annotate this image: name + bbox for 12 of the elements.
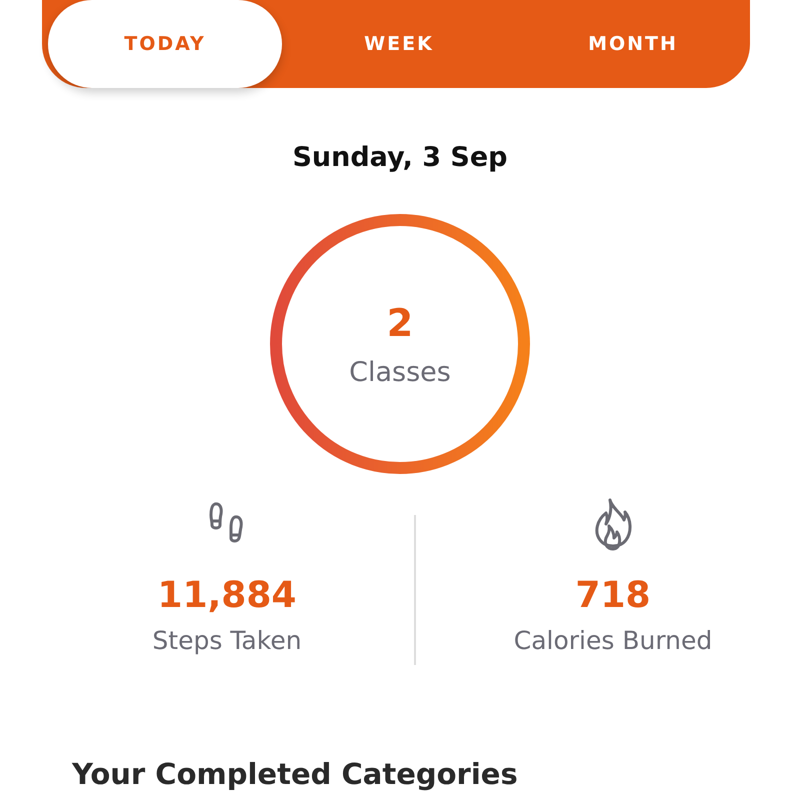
- date-title: Sunday, 3 Sep: [291, 142, 509, 173]
- tab[interactable]: MONTH: [516, 0, 750, 88]
- stat-label: Steps Taken: [152, 626, 302, 655]
- stat-value: 11,884: [158, 575, 296, 616]
- stat-value: 718: [575, 575, 651, 616]
- section-title: Your Completed Categories: [72, 757, 519, 791]
- classes-label: Classes: [349, 356, 451, 388]
- stat-label: Calories Burned: [514, 626, 712, 655]
- tab[interactable]: TODAY: [48, 0, 282, 88]
- tab[interactable]: WEEK: [282, 0, 516, 88]
- classes-count: 2: [386, 300, 414, 344]
- flame-icon: [593, 497, 633, 553]
